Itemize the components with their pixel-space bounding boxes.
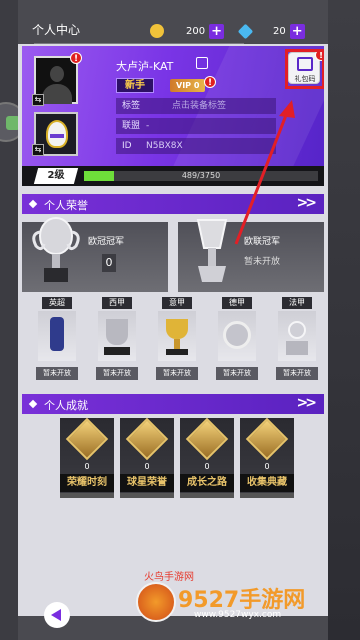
arrow-shaft [234,109,290,245]
watermark-horse-logo-icon [136,582,176,622]
arrow-head [279,100,295,118]
back-arrow-icon [51,609,61,621]
back-button[interactable] [44,602,70,628]
watermark-url: www.9527wyx.com [194,610,282,620]
annotation-arrow [234,100,295,245]
watermark-small: 火鸟手游网 [144,572,194,583]
